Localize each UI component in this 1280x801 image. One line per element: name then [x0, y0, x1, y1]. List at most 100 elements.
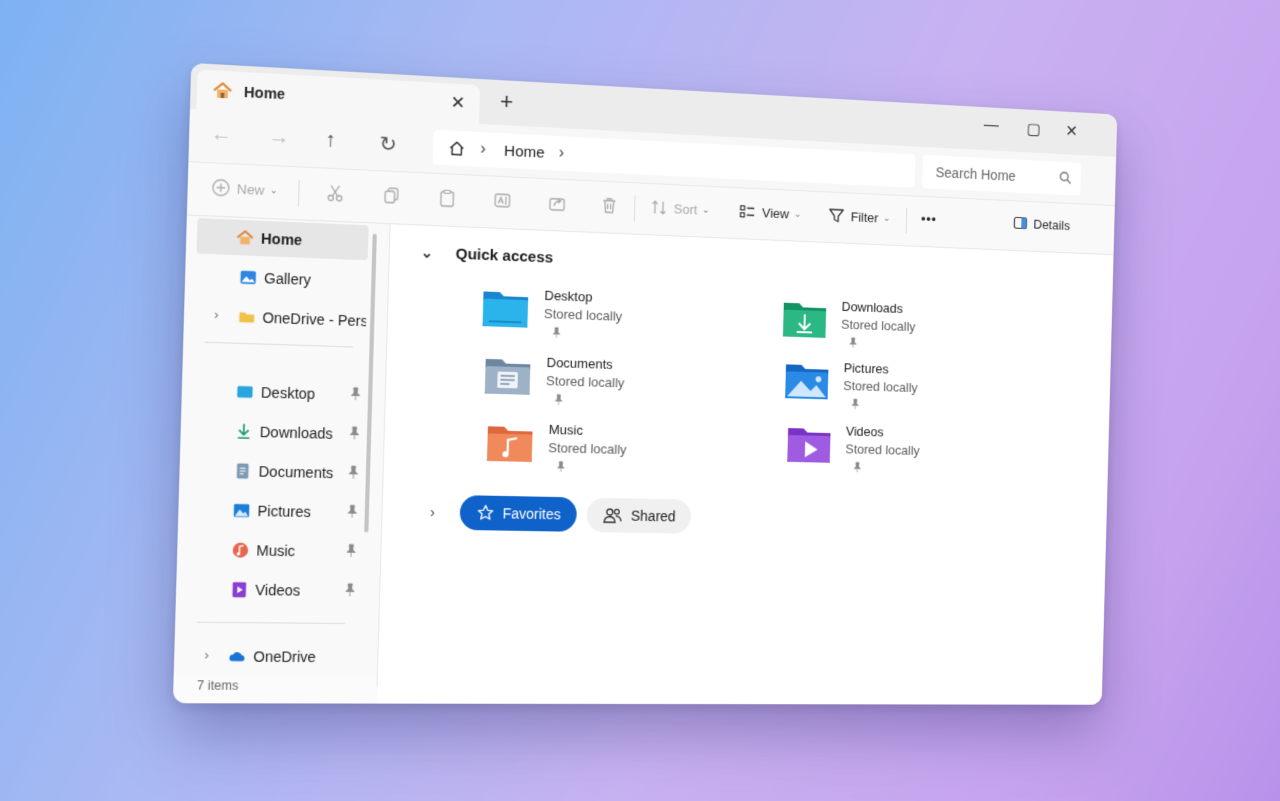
documents-folder-icon — [483, 355, 533, 397]
breadcrumb-chevron[interactable]: › — [480, 140, 486, 159]
videos-icon — [229, 580, 249, 599]
favorites-tab[interactable]: Favorites — [459, 495, 577, 532]
sidebar-item-label: Pictures — [257, 503, 311, 521]
folder-tile-videos[interactable]: Videos Stored locally — [785, 420, 1023, 483]
folder-name: Desktop — [544, 288, 592, 305]
minimize-button[interactable]: — — [984, 117, 999, 135]
chevron-down-icon: ⌄ — [270, 184, 278, 196]
more-options-button[interactable]: ••• — [921, 211, 937, 226]
expand-icon[interactable]: › — [204, 647, 209, 663]
sidebar-item-onedrive-personal[interactable]: › OneDrive - Perso — [194, 297, 366, 338]
search-icon — [1059, 170, 1072, 184]
chevron-down-icon: ⌄ — [702, 204, 710, 215]
breadcrumb-chevron-end[interactable]: › — [559, 144, 565, 162]
sidebar-item-label: Desktop — [261, 384, 316, 402]
details-pane-button[interactable]: Details — [1013, 215, 1071, 233]
pin-icon[interactable] — [345, 543, 358, 558]
pin-icon[interactable] — [344, 583, 357, 598]
downloads-folder-icon — [781, 299, 828, 340]
sidebar-item-downloads[interactable]: Downloads — [191, 412, 363, 452]
shared-tab[interactable]: Shared — [586, 498, 691, 534]
filter-icon — [828, 206, 846, 225]
folder-status: Stored locally — [841, 317, 916, 334]
folder-tile-documents[interactable]: Documents Stored locally — [482, 351, 733, 417]
pin-icon[interactable] — [348, 426, 361, 441]
share-icon — [548, 193, 567, 212]
new-tab-button[interactable]: + — [500, 88, 514, 115]
folder-tile-pictures[interactable]: Pictures Stored locally — [783, 356, 1022, 420]
folder-tile-downloads[interactable]: Downloads Stored locally — [781, 295, 1020, 360]
refresh-button[interactable]: ↻ — [379, 131, 397, 158]
paste-button[interactable] — [438, 188, 463, 208]
folder-tile-desktop[interactable]: Desktop Stored locally — [480, 283, 731, 350]
pictures-folder-icon — [783, 360, 830, 401]
pictures-icon — [232, 501, 252, 520]
download-icon — [234, 422, 254, 441]
home-icon — [235, 228, 255, 248]
breadcrumb-home[interactable]: Home — [504, 142, 545, 161]
sort-icon — [650, 198, 668, 217]
pin-icon — [848, 337, 858, 349]
search-input[interactable] — [934, 163, 1059, 187]
scissors-icon — [325, 183, 344, 202]
new-button[interactable]: New ⌄ — [211, 178, 278, 200]
up-button[interactable]: ↑ — [325, 128, 336, 152]
folder-name: Downloads — [841, 299, 903, 316]
copy-icon — [382, 186, 401, 205]
share-button[interactable] — [548, 193, 573, 212]
pin-icon — [551, 326, 561, 338]
sort-button[interactable]: Sort ⌄ — [650, 198, 710, 219]
chevron-down-icon: ⌄ — [883, 212, 890, 223]
pin-icon — [553, 393, 563, 405]
view-list-icon — [738, 202, 756, 221]
copy-button[interactable] — [382, 186, 407, 206]
filter-label: Filter — [851, 209, 879, 225]
sidebar-item-videos[interactable]: Videos — [186, 571, 359, 608]
folder-icon — [237, 307, 256, 326]
sidebar-item-label: OneDrive — [253, 648, 316, 665]
quick-access-header[interactable]: ⌄ Quick access — [421, 244, 554, 267]
folder-name: Videos — [846, 424, 884, 440]
folder-status: Stored locally — [843, 378, 918, 395]
videos-folder-icon — [785, 424, 832, 465]
pin-icon[interactable] — [346, 504, 359, 519]
sidebar-item-music[interactable]: Music — [188, 532, 360, 570]
sidebar-item-pictures[interactable]: Pictures — [189, 492, 361, 530]
expand-chevron-icon[interactable]: › — [430, 504, 435, 520]
search-box[interactable] — [922, 155, 1081, 196]
folder-status: Stored locally — [845, 441, 920, 458]
close-tab-icon[interactable]: ✕ — [450, 93, 465, 114]
status-bar-item-count: 7 items — [197, 678, 239, 693]
folder-name: Pictures — [844, 360, 889, 376]
folder-tile-music[interactable]: Music Stored locally — [484, 418, 735, 482]
file-explorer-window: Home ✕ + — ▢ ✕ ← → ↑ ↻ › Home › Search H… — [173, 63, 1117, 705]
maximize-button[interactable]: ▢ — [1026, 119, 1041, 139]
plus-circle-icon — [211, 178, 231, 198]
sidebar-item-documents[interactable]: Documents — [190, 452, 362, 491]
view-button[interactable]: View ⌄ — [738, 202, 801, 223]
back-button[interactable]: ← — [210, 123, 232, 148]
sort-label: Sort — [674, 201, 698, 217]
pin-icon[interactable] — [349, 387, 362, 402]
sidebar-item-label: Home — [261, 230, 303, 248]
sidebar-item-label: Downloads — [260, 424, 334, 442]
sidebar-item-gallery[interactable]: Gallery — [195, 258, 367, 300]
sidebar-item-home[interactable]: Home — [197, 218, 369, 260]
expand-icon[interactable]: › — [214, 306, 219, 322]
home-outline-icon[interactable] — [447, 139, 466, 158]
details-label: Details — [1033, 216, 1070, 232]
sidebar-item-label: Documents — [258, 463, 333, 481]
cut-button[interactable] — [325, 183, 351, 203]
collapse-chevron-icon[interactable]: ⌄ — [421, 244, 434, 262]
filter-button[interactable]: Filter ⌄ — [828, 206, 891, 227]
rename-button[interactable] — [493, 191, 518, 210]
close-window-button[interactable]: ✕ — [1065, 121, 1078, 141]
folder-status: Stored locally — [544, 306, 623, 324]
folder-name: Documents — [546, 355, 612, 372]
sidebar-item-onedrive[interactable]: › OneDrive — [184, 638, 357, 674]
forward-button[interactable]: → — [268, 125, 290, 150]
pin-icon[interactable] — [347, 465, 360, 480]
content-pane: ⌄ Quick access Desktop Stored locally Do… — [377, 224, 1113, 705]
sidebar-item-desktop[interactable]: Desktop — [192, 373, 364, 413]
delete-button[interactable] — [600, 196, 624, 215]
